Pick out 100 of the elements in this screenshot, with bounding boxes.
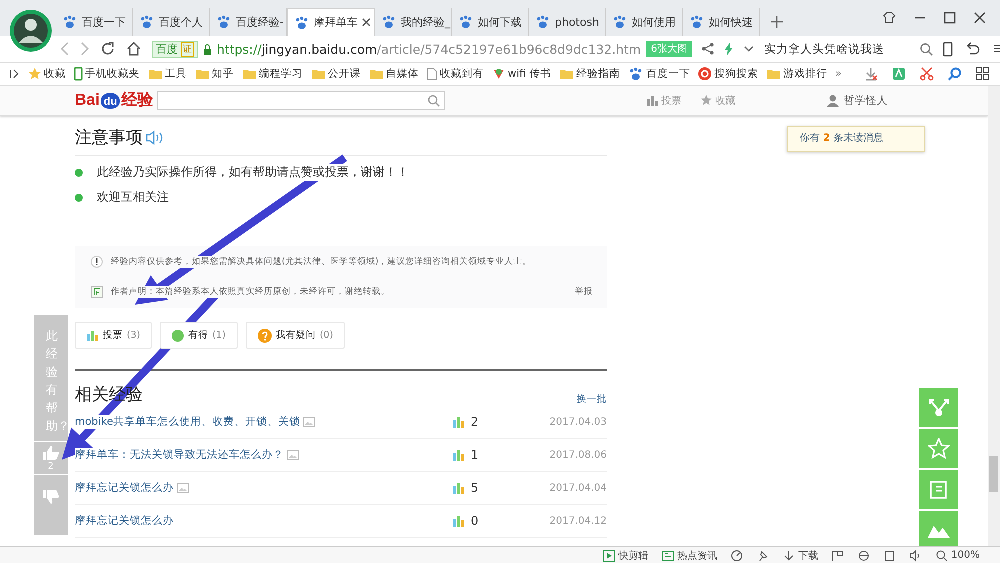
vote-count: 1 — [471, 448, 479, 462]
thumbs-down-button[interactable] — [34, 475, 68, 535]
maximize-icon[interactable] — [944, 12, 956, 24]
bookmark-item[interactable]: 知乎 — [195, 67, 234, 81]
bookmark-item[interactable]: 搜狗搜索 — [698, 67, 758, 81]
action-button[interactable]: 有得 (1) — [160, 322, 238, 349]
close-icon[interactable] — [974, 12, 986, 24]
bar-chart-icon — [453, 482, 465, 494]
section-title: 注意事项 — [75, 127, 143, 149]
bar-chart-icon — [453, 516, 465, 526]
url-text[interactable]: https://jingyan.baidu.com/article/574c52197e61b96c8d9dc132.htm — [217, 42, 642, 56]
star-icon — [28, 67, 42, 81]
folder-icon — [311, 68, 326, 80]
scrollbar[interactable] — [988, 86, 1000, 546]
article-link[interactable]: 摩拜忘记关锁怎么办 — [75, 481, 174, 495]
browser-tab[interactable]: photosh — [529, 8, 606, 36]
report-link[interactable]: 举报 — [575, 286, 593, 298]
vote-count: 2 — [471, 415, 479, 429]
star-icon — [928, 438, 950, 460]
bookmark-item[interactable]: 工具 — [148, 67, 187, 81]
paw-icon — [62, 15, 78, 29]
user-icon[interactable] — [827, 94, 839, 106]
browser-tab[interactable]: 如何快速 — [683, 8, 760, 36]
message-popup[interactable]: 你有 2 条未读消息 — [787, 126, 925, 152]
chevron-down-icon[interactable] — [744, 46, 754, 52]
search-icon[interactable] — [920, 42, 934, 56]
scissors-icon[interactable] — [920, 67, 934, 81]
site-search-field[interactable] — [157, 91, 446, 110]
bookmark-item[interactable]: 收藏 — [28, 67, 66, 81]
site-badge[interactable]: 百度 证 — [152, 40, 198, 58]
undo-icon[interactable] — [965, 42, 982, 56]
status-item[interactable]: 100% — [936, 550, 980, 562]
action-button[interactable]: 投票 (3) — [75, 322, 152, 349]
refresh-link[interactable]: 换一批 — [577, 393, 607, 406]
bookmark-item[interactable]: 游戏排行 — [766, 67, 828, 81]
bar-chart-icon — [453, 450, 465, 460]
pin-icon[interactable] — [757, 550, 770, 562]
close-icon[interactable] — [362, 18, 371, 27]
status-item[interactable]: 热点资讯 — [662, 548, 718, 562]
action-button[interactable]: 我有疑问 (0) — [246, 322, 346, 349]
bookmark-item[interactable]: 公开课 — [311, 67, 361, 81]
bookmark-item[interactable]: 百度一下 — [628, 67, 690, 81]
browser-tab[interactable]: 我的经验_ — [375, 8, 452, 36]
status-item[interactable]: 下载 — [783, 548, 818, 562]
browser-tab[interactable]: 如何使用 — [606, 8, 683, 36]
folder-icon — [195, 68, 210, 80]
browser-tab[interactable]: 摩拜单车 — [287, 8, 375, 36]
bookmark-item[interactable]: wifi 传书 — [492, 67, 552, 81]
play-icon — [603, 550, 616, 562]
check-circle-icon — [172, 330, 184, 342]
avatar-icon — [9, 9, 53, 53]
window-icon[interactable] — [884, 550, 896, 562]
browser-icon[interactable] — [858, 550, 870, 562]
app-icon — [492, 67, 506, 81]
news-icon — [662, 550, 674, 562]
article-link[interactable]: 摩拜忘记关锁怎么办 — [75, 514, 174, 528]
gauge-icon[interactable] — [731, 550, 744, 562]
article-date: 2017.08.06 — [550, 450, 607, 460]
bookmark-item[interactable]: 收藏到有 — [427, 67, 484, 81]
phone-icon — [74, 67, 83, 81]
bar-chart-icon[interactable] — [647, 96, 658, 106]
bookmark-item[interactable]: 经验指南 — [559, 67, 620, 81]
download-icon[interactable] — [864, 67, 878, 81]
username-link[interactable]: 哲学怪人 — [844, 94, 888, 108]
menu-icon[interactable] — [993, 44, 1000, 54]
search-field[interactable]: 实力拿人头凭啥说我送 — [764, 42, 910, 56]
site-logo[interactable]: Bai du 经验 — [75, 90, 154, 111]
sidebar-toggle-icon[interactable] — [10, 69, 20, 79]
browser-tab[interactable]: 如何下载 — [452, 8, 529, 36]
edit-icon — [928, 478, 950, 500]
scrollbar-thumb[interactable] — [989, 456, 998, 492]
share-icon[interactable] — [702, 43, 714, 55]
browser-tab[interactable]: 百度一下 — [56, 8, 133, 36]
phone-icon[interactable] — [943, 42, 954, 56]
download-icon — [783, 550, 796, 562]
bookmark-item[interactable]: 手机收藏夹 — [74, 67, 140, 81]
star-icon[interactable] — [701, 95, 712, 106]
bookmark-item[interactable]: 自媒体 — [369, 67, 419, 81]
browser-tab[interactable]: 百度个人 — [133, 8, 210, 36]
translate-icon[interactable] — [892, 67, 906, 81]
bookmark-item[interactable]: 编程学习 — [242, 67, 303, 81]
grid-icon[interactable] — [976, 67, 990, 81]
lightning-icon[interactable] — [724, 42, 734, 56]
folder-icon — [148, 68, 163, 80]
search-icon[interactable] — [428, 94, 440, 106]
flag-icon[interactable] — [832, 550, 844, 562]
zoom-icon — [936, 550, 948, 562]
home-icon[interactable] — [126, 41, 142, 57]
article-link[interactable]: mobike共享单车怎么使用、收费、开锁、关锁 — [75, 415, 300, 429]
more-bookmarks-button[interactable]: » — [835, 68, 842, 80]
paw-icon — [535, 15, 551, 29]
article-link[interactable]: 摩拜单车：无法关锁导致无法还车怎么办？ — [75, 448, 284, 462]
new-tab-icon[interactable] — [770, 15, 784, 29]
reload-icon[interactable] — [100, 41, 116, 57]
status-item[interactable]: 快剪辑 — [603, 548, 648, 562]
paw-icon — [689, 15, 705, 29]
folder-icon — [559, 68, 574, 80]
magnifier-icon[interactable] — [948, 67, 962, 81]
shirt-icon[interactable] — [883, 12, 896, 24]
sogou-icon — [698, 67, 712, 81]
